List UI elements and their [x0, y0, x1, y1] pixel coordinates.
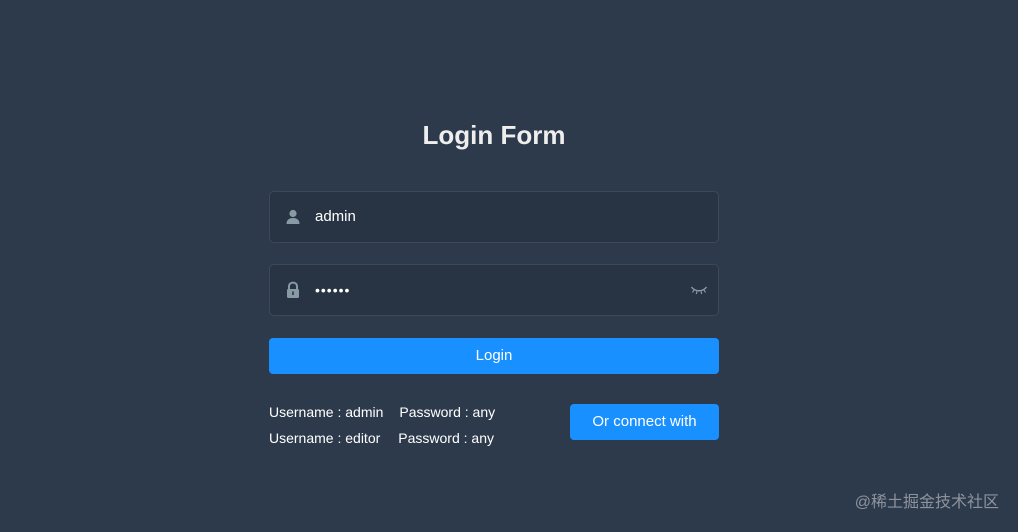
password-input[interactable]: •••••• [315, 265, 350, 315]
credential-tip: Username : editor Password : any [269, 430, 494, 446]
lock-icon [284, 281, 302, 299]
username-field[interactable]: admin [269, 191, 719, 243]
tip-password: Password : any [398, 430, 494, 446]
watermark: @稀土掘金技术社区 [854, 494, 999, 511]
login-button[interactable]: Login [269, 338, 719, 374]
credential-tip: Username : admin Password : any [269, 404, 495, 420]
tip-username: Username : editor [269, 430, 381, 446]
password-field[interactable]: •••••• [269, 264, 719, 316]
connect-with-button[interactable]: Or connect with [570, 404, 719, 440]
username-input[interactable]: admin [315, 192, 356, 242]
user-icon [284, 208, 302, 226]
eye-closed-icon[interactable] [690, 282, 708, 298]
tip-password: Password : any [399, 404, 496, 420]
tip-username: Username : admin [269, 404, 384, 420]
page-title: Login Form [422, 120, 566, 150]
